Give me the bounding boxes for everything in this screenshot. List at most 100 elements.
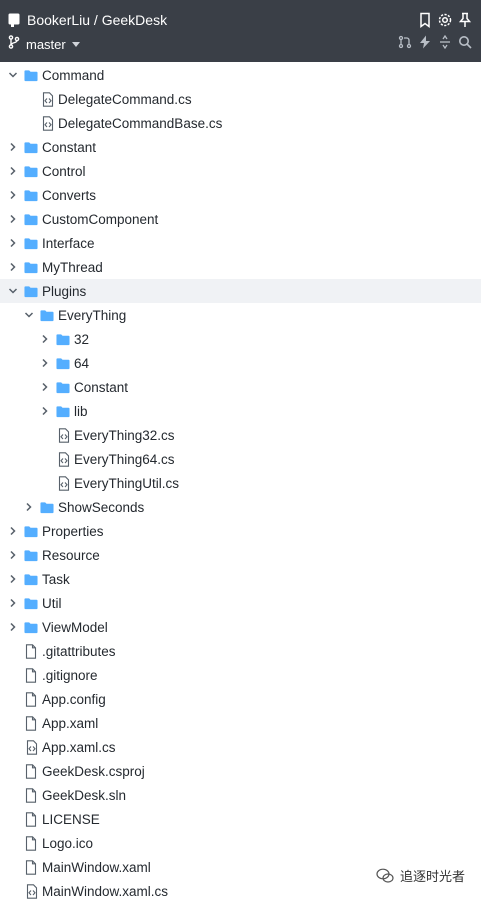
tree-file[interactable]: GeekDesk.csproj — [0, 759, 481, 783]
chevron-right-icon[interactable] — [8, 598, 18, 608]
chevron-right-icon[interactable] — [8, 190, 18, 200]
tree-item-label[interactable]: Task — [42, 572, 70, 587]
tree-file[interactable]: App.xaml.cs — [0, 735, 481, 759]
chevron-right-icon[interactable] — [8, 214, 18, 224]
tree-item-label[interactable]: .gitignore — [42, 668, 98, 683]
tree-file[interactable]: .gitignore — [0, 663, 481, 687]
repo-title[interactable]: BookerLiu / GeekDesk — [27, 12, 167, 28]
tree-item-label[interactable]: Properties — [42, 524, 104, 539]
tree-file[interactable]: EveryThing64.cs — [0, 447, 481, 471]
tree-item-label[interactable]: Converts — [42, 188, 96, 203]
tree-item-label[interactable]: MainWindow.xaml.cs — [42, 884, 168, 899]
tree-file[interactable]: GeekDesk.sln — [0, 783, 481, 807]
tree-file[interactable]: Logo.ico — [0, 831, 481, 855]
tree-folder[interactable]: MyThread — [0, 255, 481, 279]
branch-selector[interactable]: master — [8, 34, 80, 53]
tree-folder[interactable]: Command — [0, 63, 481, 87]
tree-file[interactable]: App.config — [0, 687, 481, 711]
tree-file[interactable]: DelegateCommandBase.cs — [0, 111, 481, 135]
chevron-right-icon[interactable] — [8, 526, 18, 536]
tree-item-label[interactable]: EveryThing32.cs — [74, 428, 175, 443]
pin-icon[interactable] — [457, 12, 473, 28]
tree-folder[interactable]: Constant — [0, 135, 481, 159]
tree-folder[interactable]: ViewModel — [0, 615, 481, 639]
tree-item-label[interactable]: ShowSeconds — [58, 500, 144, 515]
tree-item-label[interactable]: MyThread — [42, 260, 103, 275]
chevron-right-icon[interactable] — [8, 238, 18, 248]
tree-item-label[interactable]: Util — [42, 596, 62, 611]
tree-item-label[interactable]: LICENSE — [42, 812, 100, 827]
tree-item-label[interactable]: EveryThingUtil.cs — [74, 476, 179, 491]
tree-item-label[interactable]: 64 — [74, 356, 89, 371]
tree-item-label[interactable]: DelegateCommandBase.cs — [58, 116, 222, 131]
search-icon[interactable] — [457, 34, 473, 50]
tree-file[interactable]: EveryThing32.cs — [0, 423, 481, 447]
tree-item-label[interactable]: Control — [42, 164, 86, 179]
tree-item-label[interactable]: MainWindow.xaml — [42, 860, 151, 875]
chevron-right-icon[interactable] — [40, 406, 50, 416]
chevron-right-icon[interactable] — [8, 622, 18, 632]
tree-item-label[interactable]: EveryThing — [58, 308, 126, 323]
tree-folder[interactable]: Util — [0, 591, 481, 615]
bookmark-icon[interactable] — [417, 12, 433, 28]
tree-folder[interactable]: Resource — [0, 543, 481, 567]
tree-item-label[interactable]: Constant — [42, 140, 96, 155]
tree-folder[interactable]: Task — [0, 567, 481, 591]
chevron-right-icon[interactable] — [40, 334, 50, 344]
tree-folder[interactable]: 64 — [0, 351, 481, 375]
chevron-down-icon[interactable] — [24, 310, 34, 320]
tree-item-label[interactable]: GeekDesk.csproj — [42, 764, 145, 779]
tree-item-label[interactable]: Command — [42, 68, 104, 83]
chevron-right-icon[interactable] — [8, 262, 18, 272]
tree-item-label[interactable]: Constant — [74, 380, 128, 395]
tree-item-label[interactable]: App.xaml — [42, 716, 98, 731]
chevron-down-icon[interactable] — [71, 41, 80, 47]
tree-item-label[interactable]: .gitattributes — [42, 644, 116, 659]
tree-item-label[interactable]: ViewModel — [42, 620, 108, 635]
tree-item-label[interactable]: EveryThing64.cs — [74, 452, 175, 467]
chevron-right-icon[interactable] — [8, 550, 18, 560]
tree-item-label[interactable]: App.xaml.cs — [42, 740, 116, 755]
tree-file[interactable]: EveryThingUtil.cs — [0, 471, 481, 495]
tree-folder[interactable]: ShowSeconds — [0, 495, 481, 519]
tree-folder[interactable]: Converts — [0, 183, 481, 207]
tree-file[interactable]: App.xaml — [0, 711, 481, 735]
tree-folder[interactable]: Constant — [0, 375, 481, 399]
tree-folder[interactable]: CustomComponent — [0, 207, 481, 231]
tree-file[interactable]: LICENSE — [0, 807, 481, 831]
tree-item-label[interactable]: GeekDesk.sln — [42, 788, 126, 803]
repo-title-row[interactable]: BookerLiu / GeekDesk — [8, 10, 167, 30]
chevron-right-icon[interactable] — [8, 574, 18, 584]
tree-item-label[interactable]: Plugins — [42, 284, 86, 299]
chevron-down-icon[interactable] — [8, 286, 18, 296]
chevron-right-icon[interactable] — [24, 502, 34, 512]
chevron-down-icon[interactable] — [8, 70, 18, 80]
tree-item-label[interactable]: Logo.ico — [42, 836, 93, 851]
tree-file[interactable]: DelegateCommand.cs — [0, 87, 481, 111]
tree-folder[interactable]: Properties — [0, 519, 481, 543]
tree-item-label[interactable]: DelegateCommand.cs — [58, 92, 192, 107]
tree-item-label[interactable]: App.config — [42, 692, 106, 707]
pull-request-icon[interactable] — [397, 34, 413, 50]
chevron-right-icon[interactable] — [8, 142, 18, 152]
chevron-right-icon[interactable] — [8, 166, 18, 176]
tree-folder[interactable]: lib — [0, 399, 481, 423]
gear-icon[interactable] — [437, 12, 453, 28]
tree-folder[interactable]: Interface — [0, 231, 481, 255]
diff-icon[interactable] — [437, 34, 453, 50]
tree-folder[interactable]: 32 — [0, 327, 481, 351]
tree-item-label[interactable]: 32 — [74, 332, 89, 347]
branch-name[interactable]: master — [26, 37, 66, 52]
tree-folder[interactable]: Control — [0, 159, 481, 183]
tree-folder[interactable]: EveryThing — [0, 303, 481, 327]
tree-item-label[interactable]: lib — [74, 404, 88, 419]
tree-item-label[interactable]: Resource — [42, 548, 100, 563]
tree-item-label[interactable]: Interface — [42, 236, 95, 251]
tree-folder[interactable]: Plugins — [0, 279, 481, 303]
chevron-right-icon[interactable] — [40, 358, 50, 368]
tree-file[interactable]: .gitattributes — [0, 639, 481, 663]
lightning-icon[interactable] — [417, 34, 433, 50]
chevron-right-icon[interactable] — [40, 382, 50, 392]
tree-item-label[interactable]: CustomComponent — [42, 212, 158, 227]
